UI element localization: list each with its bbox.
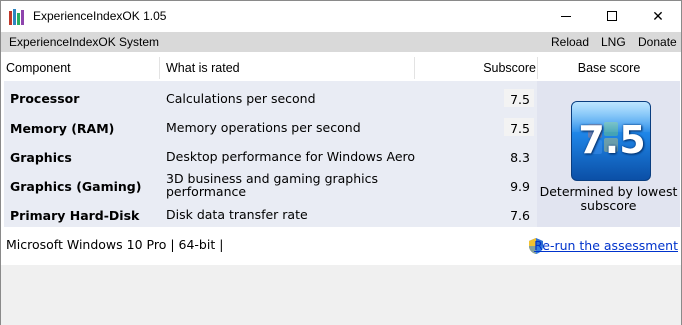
- close-icon: ✕: [652, 8, 664, 24]
- header-base-score[interactable]: Base score: [538, 55, 680, 81]
- app-window: ExperienceIndexOK 1.05 ✕ ExperienceIndex…: [0, 0, 682, 325]
- footer-bar: Microsoft Windows 10 Pro | 64-bit | Re-r…: [4, 229, 680, 261]
- menu-experienceindexok[interactable]: ExperienceIndexOK: [9, 35, 116, 49]
- base-score-caption: Determined by lowest subscore: [539, 184, 678, 213]
- row-subscore: 7.5: [510, 92, 530, 107]
- base-score-panel: 7.5 Determined by lowest subscore: [537, 81, 680, 227]
- menu-donate[interactable]: Donate: [638, 35, 677, 49]
- app-books-icon: [9, 9, 27, 25]
- score-table: Component What is rated Subscore Base sc…: [4, 55, 680, 229]
- row-component-memory: Memory (RAM): [10, 121, 115, 136]
- minimize-icon: [561, 16, 571, 17]
- row-description: Calculations per second: [166, 91, 316, 106]
- row-subscore: 7.6: [510, 208, 530, 223]
- base-score-value: 7.5: [578, 118, 646, 162]
- menu-reload[interactable]: Reload: [551, 35, 589, 49]
- title-bar[interactable]: ExperienceIndexOK 1.05 ✕: [1, 1, 681, 32]
- header-what-is-rated[interactable]: What is rated: [166, 55, 406, 81]
- header-divider: [414, 57, 415, 79]
- row-subscore: 9.9: [510, 179, 530, 194]
- rerun-assessment-link[interactable]: Re-run the assessment: [534, 238, 678, 253]
- row-description: 3D business and gaming graphics performa…: [166, 171, 379, 199]
- minimize-button[interactable]: [543, 1, 589, 32]
- os-info: Microsoft Windows 10 Pro | 64-bit |: [6, 237, 224, 252]
- header-component[interactable]: Component: [6, 55, 156, 81]
- row-component-processor: Processor: [10, 91, 80, 106]
- row-subscore: 7.5: [510, 121, 530, 136]
- row-description: Memory operations per second: [166, 120, 361, 135]
- row-description: Desktop performance for Windows Aero: [166, 149, 416, 164]
- header-subscore[interactable]: Subscore: [474, 55, 536, 81]
- menu-bar: ExperienceIndexOK System Reload LNG Dona…: [1, 32, 681, 52]
- row-component-hard-disk: Primary Hard-Disk: [10, 208, 140, 223]
- close-button[interactable]: ✕: [635, 1, 681, 32]
- row-subscore: 8.3: [510, 150, 530, 165]
- row-component-graphics-gaming: Graphics (Gaming): [10, 179, 142, 194]
- header-divider: [159, 57, 160, 79]
- row-component-graphics: Graphics: [10, 150, 72, 165]
- maximize-button[interactable]: [589, 1, 635, 32]
- maximize-icon: [607, 11, 617, 21]
- window-title: ExperienceIndexOK 1.05: [33, 9, 167, 23]
- menu-system[interactable]: System: [119, 35, 159, 49]
- menu-lng[interactable]: LNG: [601, 35, 626, 49]
- windows-score-badge-icon: 7.5: [571, 101, 651, 181]
- window-bottom-area: [1, 265, 681, 325]
- row-description: Disk data transfer rate: [166, 207, 308, 222]
